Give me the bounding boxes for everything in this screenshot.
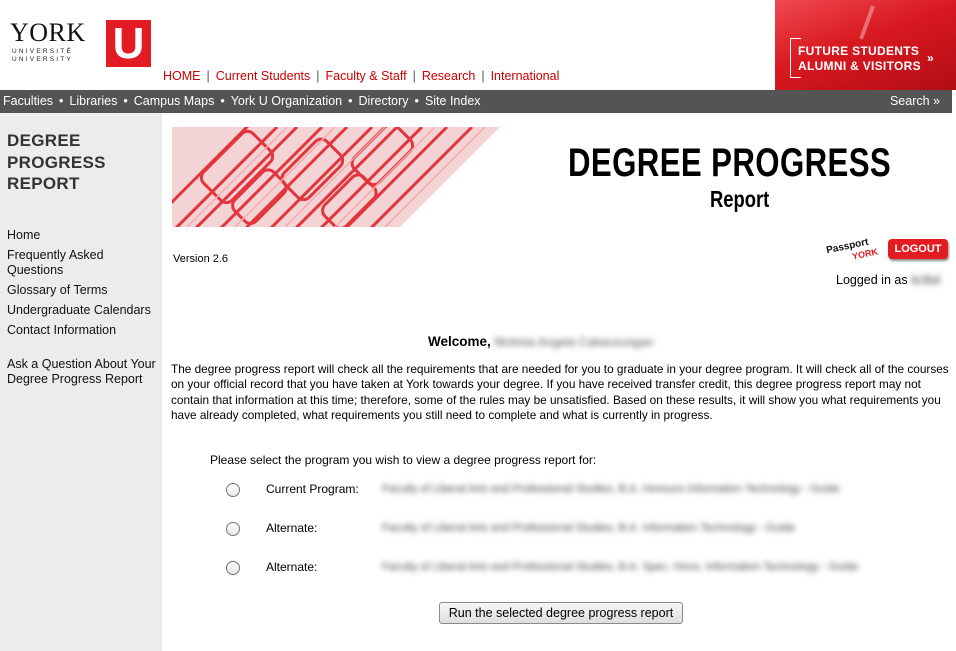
program-value: Faculty of Liberal Arts and Professional… xyxy=(382,561,859,573)
sidebar-title: DEGREE PROGRESS REPORT xyxy=(7,131,106,193)
student-name: Mckinia Angela Cabaceungan xyxy=(494,335,654,349)
intro-paragraph: The degree progress report will check al… xyxy=(171,362,949,423)
promo-decoration xyxy=(859,5,875,40)
future-students-promo[interactable]: FUTURE STUDENTS ALUMNI & VISITORS » xyxy=(775,0,956,90)
sidebar-item-contact[interactable]: Contact Information xyxy=(7,323,159,338)
run-report-button[interactable]: Run the selected degree progress report xyxy=(439,602,683,624)
program-label: Current Program: xyxy=(266,482,359,496)
top-navigation: HOME | Current Students | Faculty & Staff | Re… xyxy=(163,69,560,83)
nav-faculty-staff-link[interactable]: Faculty & Staff xyxy=(326,69,407,83)
nav-international-link[interactable]: International xyxy=(491,69,560,83)
program-option-current: Current Program: Faculty of Liberal Arts… xyxy=(226,481,946,501)
nav-current-students-link[interactable]: Current Students xyxy=(216,69,311,83)
decorative-banner-image xyxy=(172,127,500,227)
sidebar-menu: Home Frequently Asked Questions Glossary… xyxy=(7,228,159,392)
page-subtitle: Report xyxy=(710,186,770,212)
promo-alumni-visitors: ALUMNI & VISITORS xyxy=(798,59,921,73)
double-chevron-right-icon: » xyxy=(927,51,934,65)
program-label: Alternate: xyxy=(266,521,318,535)
logged-in-username: kclbd xyxy=(911,273,941,287)
nav-research-link[interactable]: Research xyxy=(422,69,476,83)
york-u-organization-link[interactable]: York U Organization xyxy=(231,94,342,108)
secondary-navigation-bar: Faculties • Libraries • Campus Maps • York U O… xyxy=(0,90,952,113)
site-header: YORK UNIVERSITÉ UNIVERSITY U HOME | Current… xyxy=(0,0,956,90)
sidebar: DEGREE PROGRESS REPORT Home Frequently Ask… xyxy=(0,113,162,651)
program-select-prompt: Please select the program you wish to vi… xyxy=(210,453,597,467)
sidebar-item-faq[interactable]: Frequently Asked Questions xyxy=(7,248,159,278)
sidebar-item-calendars[interactable]: Undergraduate Calendars xyxy=(7,303,159,318)
version-label: Version 2.6 xyxy=(173,253,229,265)
program-value: Faculty of Liberal Arts and Professional… xyxy=(382,522,796,534)
york-university-logo[interactable]: YORK UNIVERSITÉ UNIVERSITY U xyxy=(8,18,153,70)
search-link[interactable]: Search » xyxy=(890,94,940,108)
campus-maps-link[interactable]: Campus Maps xyxy=(134,94,215,108)
welcome-message: Welcome, Mckinia Angela Cabaceungan xyxy=(428,334,654,349)
libraries-link[interactable]: Libraries xyxy=(69,94,117,108)
program-option-alternate-1: Alternate: Faculty of Liberal Arts and P… xyxy=(226,520,946,540)
logo-u-mark: U xyxy=(106,20,151,67)
logo-york-text: YORK xyxy=(10,18,86,47)
sidebar-item-home[interactable]: Home xyxy=(7,228,159,243)
program-label: Alternate: xyxy=(266,560,318,574)
logout-button[interactable]: LOGOUT xyxy=(888,239,948,259)
nav-home-link[interactable]: HOME xyxy=(163,69,201,83)
program-option-alternate-2: Alternate: Faculty of Liberal Arts and P… xyxy=(226,559,946,579)
logged-in-status: Logged in as kclbd xyxy=(836,273,941,287)
promo-future-students: FUTURE STUDENTS xyxy=(798,44,920,58)
sidebar-item-ask-question[interactable]: Ask a Question About Your Degree Progres… xyxy=(7,357,159,387)
faculties-link[interactable]: Faculties xyxy=(3,94,53,108)
program-radio-alternate-1[interactable] xyxy=(226,522,240,536)
program-radio-alternate-2[interactable] xyxy=(226,561,240,575)
program-radio-current[interactable] xyxy=(226,483,240,497)
sidebar-item-glossary[interactable]: Glossary of Terms xyxy=(7,283,159,298)
site-index-link[interactable]: Site Index xyxy=(425,94,481,108)
page-title: DEGREE PROGRESS xyxy=(568,141,892,185)
program-value: Faculty of Liberal Arts and Professional… xyxy=(382,483,840,495)
directory-link[interactable]: Directory xyxy=(359,94,409,108)
logo-university-text: UNIVERSITÉ UNIVERSITY xyxy=(12,48,74,63)
passport-york-logo: Passport YORK xyxy=(825,236,879,262)
